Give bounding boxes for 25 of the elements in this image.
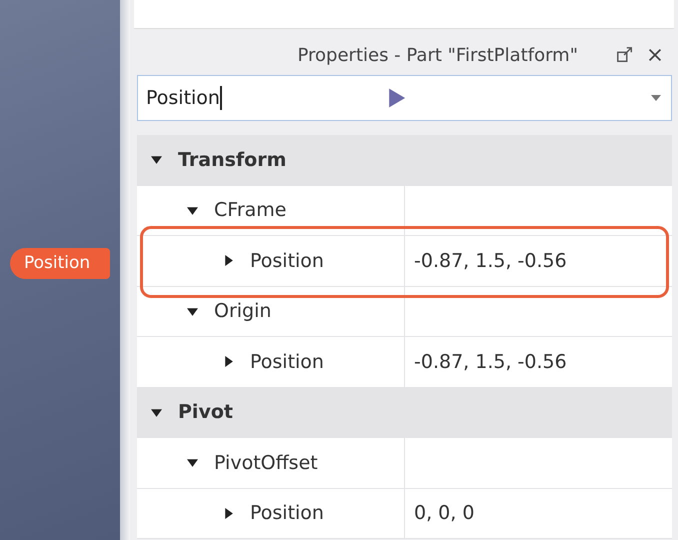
expand-arrow-icon[interactable] [223, 508, 234, 519]
property-name: Position [250, 350, 324, 373]
property-name: Origin [214, 300, 272, 322]
collapse-arrow-icon[interactable] [187, 306, 198, 317]
expand-arrow-icon[interactable] [223, 356, 234, 368]
property-name: Position [250, 250, 324, 272]
section-header: Pivot [178, 401, 233, 424]
close-icon[interactable] [646, 46, 664, 64]
property-value[interactable]: 0, 0, 0 [414, 502, 474, 524]
search-field[interactable]: Position [137, 75, 672, 121]
callout-label: Position [10, 248, 110, 279]
panel-title: Properties - Part "FirstPlatform" [297, 44, 578, 66]
collapse-arrow-icon[interactable] [187, 457, 198, 468]
property-name: Position [250, 502, 324, 524]
property-value[interactable]: -0.87, 1.5, -0.56 [414, 350, 567, 373]
undock-icon[interactable] [616, 46, 634, 64]
dropdown-icon[interactable] [651, 95, 661, 101]
collapse-arrow-icon[interactable] [187, 204, 198, 216]
property-name: PivotOffset [214, 452, 318, 474]
section-header: Transform [178, 148, 286, 171]
collapse-arrow-icon[interactable] [151, 154, 162, 166]
property-name: CFrame [214, 199, 286, 222]
expand-arrow-icon[interactable] [223, 255, 234, 266]
collapse-arrow-icon[interactable] [151, 406, 162, 418]
property-value[interactable]: -0.87, 1.5, -0.56 [414, 250, 567, 272]
